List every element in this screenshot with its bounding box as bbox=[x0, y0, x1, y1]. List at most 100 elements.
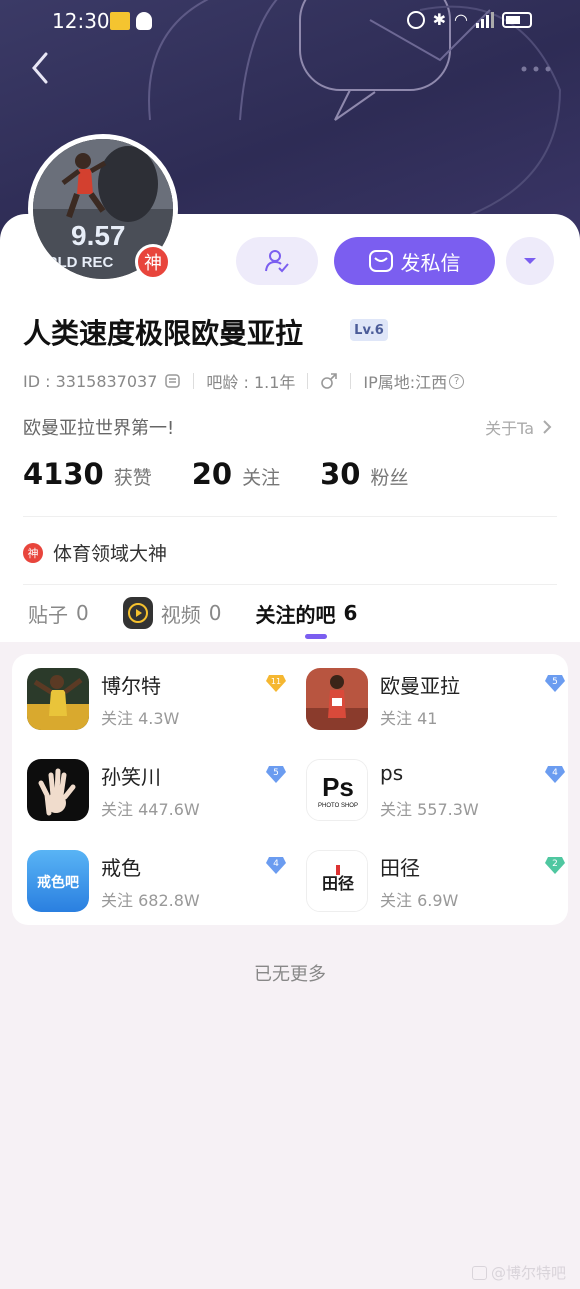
bar-level-value: 4 bbox=[552, 768, 558, 778]
bar-item[interactable]: Ps PHOTO SHOP ps 关注 557.3W 4 bbox=[306, 759, 566, 823]
bio: 欧曼亚拉世界第一! bbox=[23, 418, 175, 439]
tab-count: 6 bbox=[343, 601, 358, 625]
bar-thumbnail: 戒色吧 bbox=[27, 850, 89, 912]
qq-notification-icon bbox=[136, 12, 152, 30]
bar-item[interactable]: 欧曼亚拉 关注 41 5 bbox=[306, 668, 566, 732]
user-check-icon bbox=[265, 250, 289, 273]
battery-icon bbox=[502, 11, 532, 28]
meta-divider bbox=[193, 373, 195, 389]
tab-label: 视频 bbox=[160, 602, 201, 627]
stat-label: 获赞 bbox=[113, 467, 152, 489]
stat-value: 30 bbox=[320, 457, 361, 491]
meta-divider bbox=[350, 373, 352, 389]
active-tab-indicator bbox=[305, 634, 327, 639]
bar-follow-count: 关注 682.8W bbox=[101, 891, 200, 910]
stat-fans[interactable]: 30 粉丝 bbox=[320, 457, 408, 491]
about-link[interactable]: 关于Ta bbox=[485, 415, 552, 439]
account-age: 吧龄 : 1.1年 bbox=[206, 373, 296, 392]
bar-level-diamond-icon: 5 bbox=[545, 675, 565, 692]
bar-item[interactable]: 戒色吧 戒色 关注 682.8W 4 bbox=[27, 850, 287, 914]
bar-name: 田径 bbox=[380, 856, 420, 880]
bar-level-diamond-icon: 11 bbox=[266, 675, 286, 692]
god-honor-icon: 神 bbox=[23, 542, 43, 563]
stat-likes[interactable]: 4130 获赞 bbox=[23, 457, 152, 491]
bar-name: 孙笑川 bbox=[101, 765, 161, 789]
level-badge: Lv.6 bbox=[350, 319, 388, 341]
god-badge: 神 bbox=[135, 244, 171, 280]
bar-level-diamond-icon: 5 bbox=[266, 766, 286, 783]
profile-meta-row: ID : 3315837037 吧龄 : 1.1年 IP属地:江西 ? bbox=[23, 369, 465, 393]
bar-name: 欧曼亚拉 bbox=[380, 674, 460, 698]
bar-item[interactable]: 田径 田径 关注 6.9W 2 bbox=[306, 850, 566, 914]
stats-row: 4130 获赞 20 关注 30 粉丝 bbox=[23, 457, 408, 497]
video-play-icon bbox=[122, 597, 153, 629]
bar-follow-count: 关注 41 bbox=[380, 709, 438, 728]
bar-level-value: 11 bbox=[271, 677, 281, 686]
bar-level-value: 5 bbox=[552, 677, 558, 687]
bar-thumbnail bbox=[27, 668, 89, 730]
username: 人类速度极限欧曼亚拉 bbox=[23, 317, 304, 350]
bar-level-value: 2 bbox=[552, 859, 558, 869]
bar-follow-count: 关注 447.6W bbox=[101, 800, 200, 819]
tab-count: 0 bbox=[76, 601, 89, 625]
chevron-right-icon bbox=[543, 420, 552, 434]
app-notification-icon bbox=[110, 12, 130, 30]
meta-divider bbox=[307, 373, 309, 389]
tab-label: 关注的吧 bbox=[255, 602, 336, 627]
no-more-text: 已无更多 bbox=[254, 964, 326, 985]
stat-value: 20 bbox=[191, 457, 233, 491]
tab-videos[interactable]: 视频 0 bbox=[122, 597, 222, 629]
bar-item[interactable]: 孙笑川 关注 447.6W 5 bbox=[27, 759, 287, 823]
user-id: ID : 3315837037 bbox=[23, 371, 158, 391]
nfc-icon bbox=[406, 10, 425, 29]
ip-location: IP属地:江西 bbox=[363, 373, 448, 392]
bar-level-diamond-icon: 4 bbox=[545, 766, 565, 783]
bar-item[interactable]: 博尔特 关注 4.3W 11 bbox=[27, 668, 287, 732]
bar-name: 戒色 bbox=[101, 856, 141, 880]
status-bar: 12:30 ✱ ◠ bbox=[0, 0, 580, 44]
caret-down-icon bbox=[524, 258, 536, 264]
stat-label: 粉丝 bbox=[370, 467, 409, 489]
followed-bars-panel: 博尔特 关注 4.3W 11 欧曼亚拉 关注 41 5 孙笑川 关注 447.6… bbox=[12, 654, 568, 925]
watermark-icon bbox=[471, 1265, 487, 1280]
bar-name: 博尔特 bbox=[101, 674, 161, 698]
stat-value: 4130 bbox=[23, 457, 104, 491]
follow-button[interactable] bbox=[236, 237, 318, 285]
tab-label: 贴子 bbox=[28, 602, 68, 627]
ps-logo-subtext: PHOTO SHOP bbox=[318, 803, 358, 809]
content-tabs: 贴子 0 视频 0 关注的吧 6 bbox=[28, 596, 357, 630]
send-message-button[interactable]: 发私信 bbox=[334, 237, 495, 285]
tianjing-logo-text: 田径 bbox=[322, 874, 354, 893]
send-message-label: 发私信 bbox=[400, 250, 461, 275]
honor-label: 体育领域大神 bbox=[53, 543, 168, 565]
dropdown-button[interactable] bbox=[506, 237, 554, 285]
watermark: @博尔特吧 bbox=[471, 1262, 566, 1283]
stat-label: 关注 bbox=[242, 467, 281, 489]
bar-level-value: 5 bbox=[273, 768, 279, 778]
bar-level-value: 4 bbox=[273, 859, 279, 869]
stat-following[interactable]: 20 关注 bbox=[192, 457, 280, 491]
bar-thumbnail bbox=[27, 759, 89, 821]
bar-follow-count: 关注 6.9W bbox=[380, 891, 459, 910]
divider bbox=[23, 516, 557, 517]
status-icons: ✱ ◠ bbox=[406, 10, 532, 29]
jiese-logo-text: 戒色吧 bbox=[37, 874, 79, 891]
more-options-button[interactable] bbox=[518, 58, 554, 74]
tab-count: 0 bbox=[208, 601, 222, 625]
more-dots-icon bbox=[521, 66, 551, 72]
watermark-text: @博尔特吧 bbox=[490, 1264, 566, 1282]
bar-level-diamond-icon: 4 bbox=[266, 857, 286, 874]
bar-thumbnail: 田径 bbox=[306, 850, 368, 912]
ps-logo-text: Ps bbox=[322, 772, 354, 802]
tab-posts[interactable]: 贴子 0 bbox=[28, 599, 89, 628]
help-icon[interactable]: ? bbox=[449, 373, 465, 389]
bar-level-diamond-icon: 2 bbox=[545, 857, 565, 874]
bar-follow-count: 关注 557.3W bbox=[380, 800, 479, 819]
honor-row[interactable]: 神 体育领域大神 bbox=[23, 539, 167, 566]
tab-followed-bars[interactable]: 关注的吧 6 bbox=[255, 599, 357, 628]
about-label: 关于Ta bbox=[485, 419, 534, 438]
back-button[interactable] bbox=[26, 50, 58, 86]
status-time: 12:30 bbox=[52, 9, 110, 33]
bar-follow-count: 关注 4.3W bbox=[101, 709, 180, 728]
copy-icon[interactable] bbox=[165, 373, 181, 389]
